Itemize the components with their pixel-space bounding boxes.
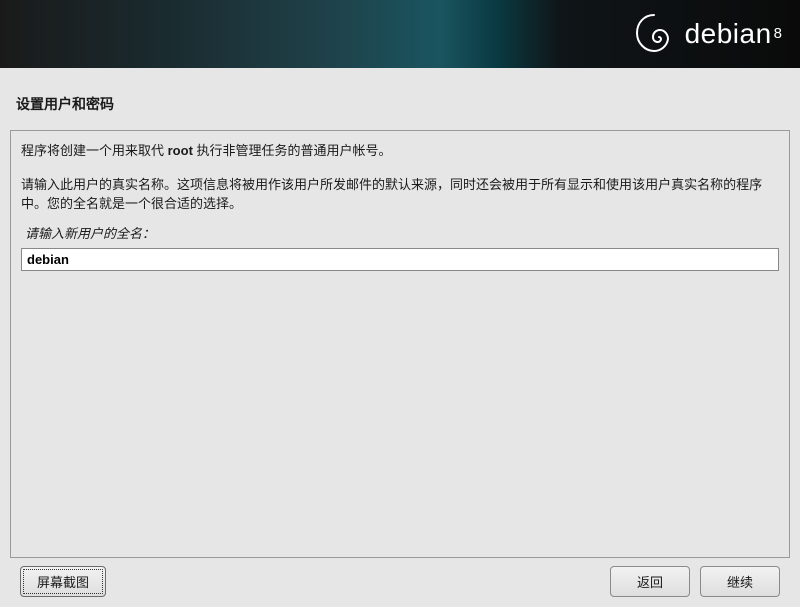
bottom-bar: 屏幕截图 返回 继续 [10, 558, 790, 597]
brand-name: debian8 [685, 18, 782, 50]
page-title: 设置用户和密码 [10, 78, 790, 130]
continue-button[interactable]: 继续 [700, 566, 780, 597]
installer-header: debian8 [0, 0, 800, 68]
fullname-label: 请输入新用户的全名： [21, 220, 779, 248]
back-button[interactable]: 返回 [610, 566, 690, 597]
info-text-2: 请输入此用户的真实名称。这项信息将被用作该用户所发邮件的默认来源，同时还会被用于… [21, 175, 779, 214]
brand-logo: debian8 [631, 11, 782, 57]
debian-swirl-icon [631, 11, 677, 57]
info-text-1: 程序将创建一个用来取代 root 执行非管理任务的普通用户帐号。 [21, 141, 779, 161]
screenshot-button[interactable]: 屏幕截图 [20, 566, 106, 597]
main-panel: 程序将创建一个用来取代 root 执行非管理任务的普通用户帐号。 请输入此用户的… [10, 130, 790, 558]
fullname-input[interactable] [21, 248, 779, 271]
